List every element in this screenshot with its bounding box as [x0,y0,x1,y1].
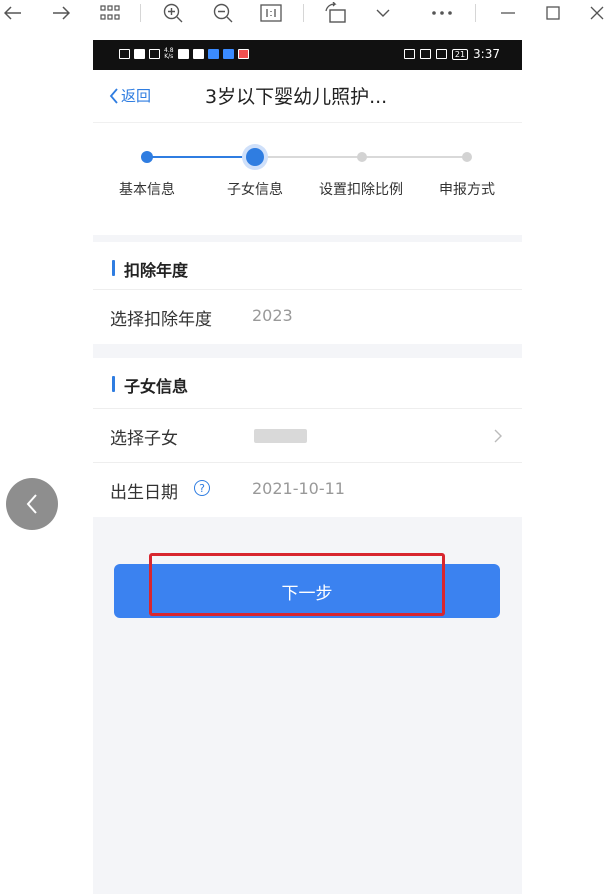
chevron-left-icon [109,87,118,104]
nfc-icon [403,49,415,59]
page-title: 3岁以下婴幼儿照护... [205,86,388,108]
section-title: 扣除年度 [124,261,189,280]
wifi-icon [149,49,160,59]
select-year-row[interactable]: 选择扣除年度 2023 [93,289,522,344]
app-notification-icon [177,49,189,59]
step-dot-active [246,148,264,166]
back-arrow-icon[interactable] [2,1,24,25]
app-notification-icon [222,49,234,59]
step-label-child-info: 子女信息 [227,182,283,198]
child-name-redacted [254,429,307,443]
back-button[interactable]: 返回 [109,85,151,106]
progress-stepper: 基本信息 子女信息 设置扣除比例 申报方式 [93,122,522,235]
nav-bar: 返回 3岁以下婴幼儿照护... [93,70,522,122]
section-accent-bar [112,260,115,276]
hd-icon [119,49,130,59]
signal-icon [134,49,145,59]
grid-icon[interactable] [97,1,123,25]
zoom-in-icon[interactable] [160,1,186,25]
toolbar-divider [475,4,476,22]
bluetooth-icon [435,49,447,59]
select-child-row[interactable]: 选择子女 [93,408,522,463]
minimize-icon[interactable] [497,1,519,25]
chevron-down-icon[interactable] [372,1,394,25]
app-notification-icon [237,49,249,59]
close-icon[interactable] [586,1,608,25]
previous-image-button[interactable] [6,478,58,530]
chevron-left-icon [26,494,37,514]
viewer-toolbar [0,0,612,26]
phone-screen: 4.8 K/s 21 3:37 返回 3岁以下婴幼儿照护... 基本信息 子女信… [93,40,522,894]
birth-date-row: 出生日期 ? 2021-10-11 [93,462,522,517]
forward-arrow-icon[interactable] [50,1,72,25]
rotate-icon[interactable] [322,1,350,25]
status-time: 3:37 [473,47,500,61]
maximize-icon[interactable] [542,1,564,25]
section-header-child: 子女信息 [93,358,522,410]
step-label-filing-method: 申报方式 [439,182,495,198]
step-connector [147,156,255,158]
step-label-basic-info: 基本信息 [119,182,175,198]
highlight-annotation [149,553,445,616]
vibrate-icon [419,49,431,59]
select-child-label: 选择子女 [110,429,178,449]
section-accent-bar [112,376,115,392]
birth-date-label: 出生日期 [110,483,178,503]
network-speed: 4.8 K/s [164,47,174,60]
battery-icon: 21 [451,48,469,60]
app-notification-icon [207,49,219,59]
toolbar-divider [303,4,304,22]
status-bar: 4.8 K/s 21 3:37 [93,40,522,70]
select-year-label: 选择扣除年度 [110,310,212,330]
more-icon[interactable] [428,1,456,25]
step-dot-pending [462,152,472,162]
birth-date-value: 2021-10-11 [252,479,345,498]
section-title: 子女信息 [124,377,189,396]
toolbar-divider [140,4,141,22]
chevron-right-icon [494,429,502,443]
step-label-deduction-ratio: 设置扣除比例 [319,182,403,198]
section-header-year: 扣除年度 [93,242,522,294]
select-year-value: 2023 [252,306,293,325]
qq-icon [192,49,204,59]
step-dot-done [141,151,153,163]
help-icon[interactable]: ? [194,480,210,496]
step-dot-pending [357,152,367,162]
back-label: 返回 [121,87,152,105]
zoom-out-icon[interactable] [210,1,236,25]
actual-size-icon[interactable] [258,1,284,25]
